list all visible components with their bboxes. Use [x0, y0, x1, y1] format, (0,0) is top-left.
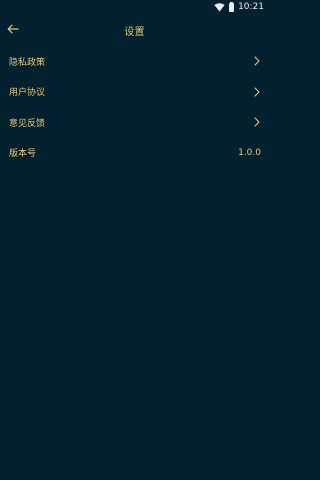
- app-header: 设置: [0, 16, 269, 44]
- settings-item-label: 版本号: [9, 149, 37, 160]
- page-title: 设置: [124, 26, 145, 38]
- wifi-icon: [214, 2, 225, 12]
- settings-item-label: 隐私政策: [9, 57, 46, 68]
- chevron-right-icon: [253, 87, 261, 97]
- settings-screen: 10:21 设置 隐私政策 用户协议 意见反馈 版本号 1.0.0: [0, 0, 269, 480]
- chevron-right-icon: [253, 117, 261, 127]
- settings-item-label: 用户协议: [9, 88, 46, 99]
- version-value: 1.0.0: [238, 147, 261, 158]
- settings-list: 隐私政策 用户协议 意见反馈 版本号 1.0.0: [0, 46, 269, 168]
- status-bar: 10:21: [0, 0, 269, 14]
- settings-item-privacy-policy[interactable]: 隐私政策: [0, 46, 269, 77]
- status-time: 10:21: [238, 2, 264, 12]
- settings-item-label: 意见反馈: [9, 118, 46, 129]
- chevron-right-icon: [253, 56, 261, 66]
- back-button[interactable]: [5, 21, 21, 37]
- arrow-left-icon: [7, 24, 19, 34]
- settings-item-feedback[interactable]: 意见反馈: [0, 107, 269, 138]
- battery-icon: [229, 1, 235, 12]
- settings-item-user-agreement[interactable]: 用户协议: [0, 77, 269, 108]
- settings-item-version: 版本号 1.0.0: [0, 138, 269, 169]
